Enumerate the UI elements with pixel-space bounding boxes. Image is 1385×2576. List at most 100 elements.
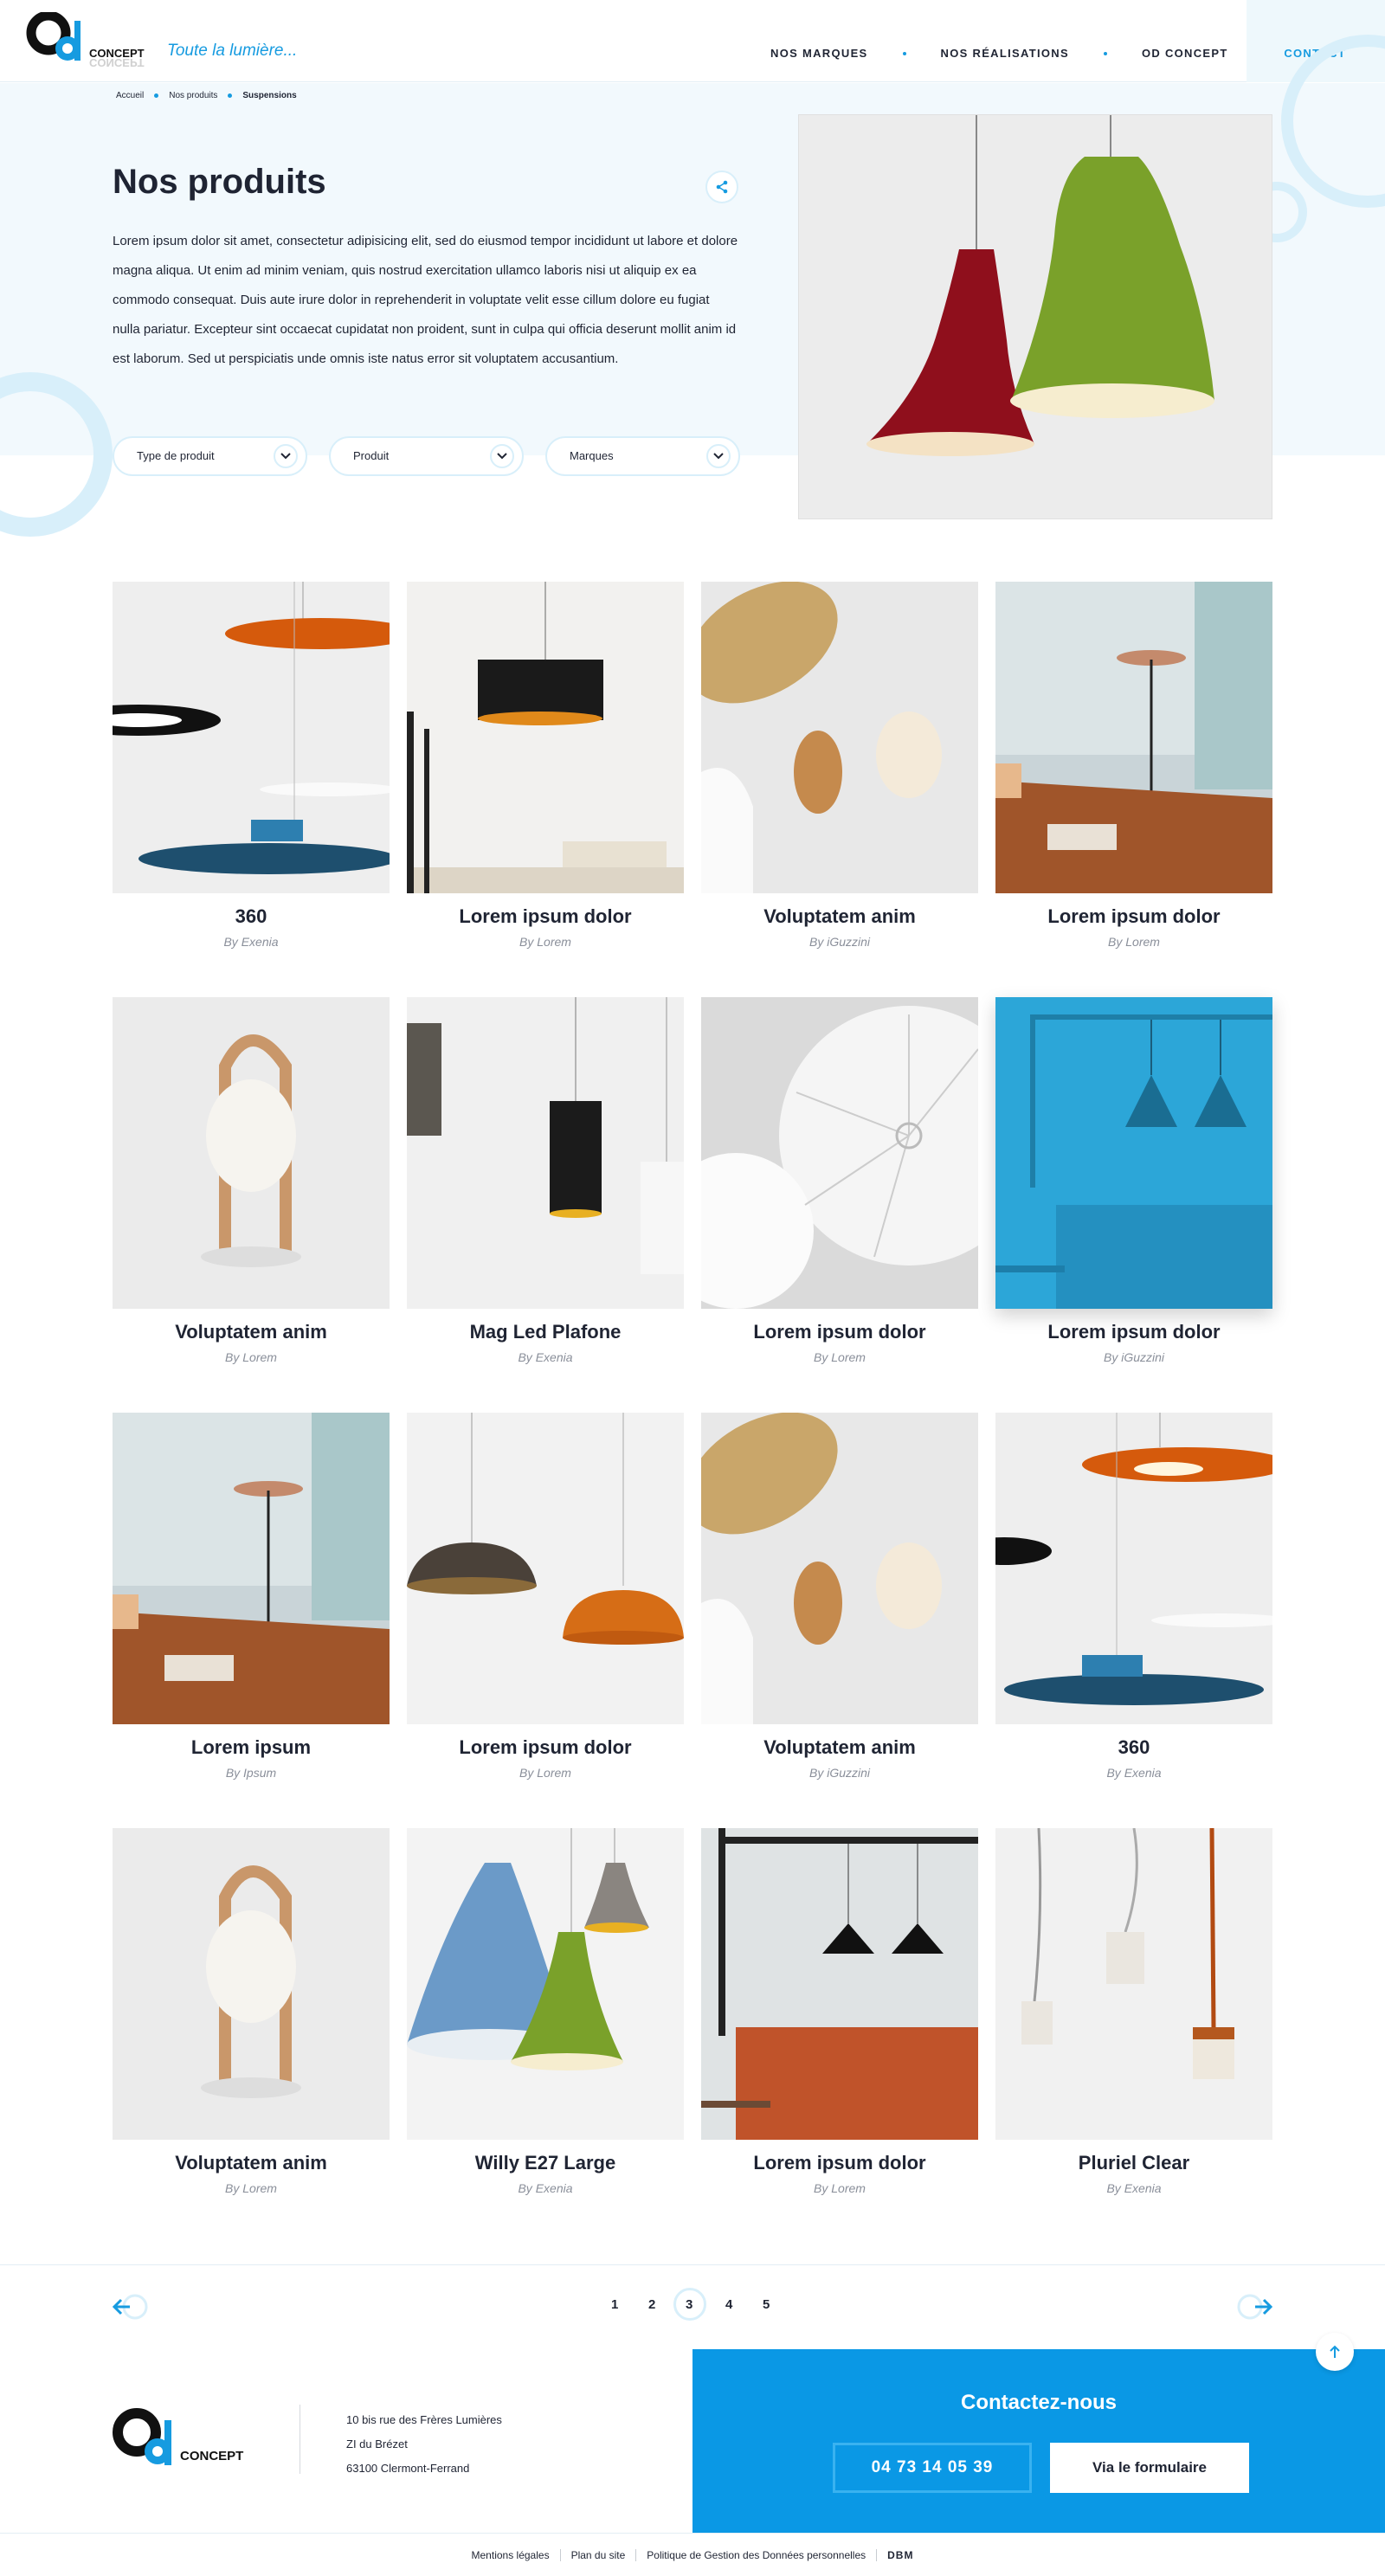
contact-title: Contactez-nous — [961, 2391, 1117, 2414]
product-name: Lorem ipsum — [190, 1736, 312, 1758]
breadcrumb-separator — [154, 93, 159, 98]
legal-links: Mentions légales Plan du site Politique … — [0, 2533, 1385, 2576]
nav-item-realisations[interactable]: NOS RÉALISATIONS — [941, 47, 1069, 60]
chevron-down-icon — [274, 444, 298, 468]
filter-product-type[interactable]: Type de produit — [113, 436, 307, 476]
filter-brands[interactable]: Marques — [545, 436, 740, 476]
product-brand: By iGuzzini — [808, 935, 871, 949]
filter-label: Marques — [570, 449, 614, 462]
product-name: Pluriel Clear — [1078, 2152, 1190, 2174]
product-name: Mag Led Plafone — [469, 1321, 622, 1343]
product-name: Lorem ipsum dolor — [1047, 1321, 1221, 1343]
page-title: Nos produits — [113, 163, 326, 201]
product-name: 360 — [235, 905, 267, 927]
product-image — [113, 582, 390, 893]
product-name: Voluptatem anim — [763, 905, 916, 927]
footer-address: 10 bis rue des Frères Lumières ZI du Bré… — [346, 2408, 502, 2481]
product-brand: By iGuzzini — [1103, 1350, 1165, 1364]
filter-product[interactable]: Produit — [329, 436, 524, 476]
product-image — [701, 1828, 978, 2140]
product-image — [995, 1413, 1272, 1724]
arrow-up-icon — [1330, 2345, 1340, 2358]
product-brand: By Exenia — [518, 1350, 573, 1364]
product-image — [995, 997, 1272, 1309]
breadcrumb-home[interactable]: Accueil — [116, 91, 144, 100]
product-image — [113, 997, 390, 1309]
page-link[interactable]: 5 — [763, 2297, 770, 2312]
product-image — [113, 1413, 390, 1724]
main-nav: NOS MARQUES NOS RÉALISATIONS OD CONCEPT — [770, 47, 1228, 60]
nav-separator — [902, 51, 906, 55]
product-image — [701, 1413, 978, 1724]
product-brand: By Exenia — [223, 935, 279, 949]
breadcrumb-current: Suspensions — [242, 91, 297, 100]
product-brand: By Lorem — [225, 1350, 277, 1364]
nav-item-od-concept[interactable]: OD CONCEPT — [1142, 47, 1228, 60]
product-brand: By iGuzzini — [808, 1766, 871, 1780]
arrow-right-icon — [1237, 2294, 1273, 2320]
breadcrumb-separator — [228, 93, 233, 98]
breadcrumb-products[interactable]: Nos produits — [169, 91, 217, 100]
svg-text:CONCEPT: CONCEPT — [180, 2449, 243, 2463]
next-page-button[interactable] — [1236, 2294, 1274, 2326]
arrow-left-icon — [112, 2294, 148, 2320]
product-name: Voluptatem anim — [175, 2152, 327, 2174]
address-line: 63100 Clermont-Ferrand — [346, 2462, 470, 2475]
back-to-top-button[interactable] — [1316, 2333, 1354, 2371]
product-image — [407, 1828, 684, 2140]
tagline: Toute la lumière... — [167, 42, 298, 60]
sitemap-link[interactable]: Plan du site — [561, 2548, 637, 2561]
product-image — [701, 582, 978, 893]
product-image — [407, 1413, 684, 1724]
product-brand: By Lorem — [519, 1766, 571, 1780]
breadcrumb: Accueil Nos produits Suspensions — [116, 91, 297, 100]
product-name: Voluptatem anim — [175, 1321, 327, 1343]
product-image — [995, 1828, 1272, 2140]
prev-page-button[interactable] — [111, 2294, 149, 2326]
product-name: Lorem ipsum dolor — [753, 1321, 926, 1343]
product-brand: By Lorem — [225, 2181, 277, 2195]
product-name: Lorem ipsum dolor — [459, 905, 632, 927]
product-image — [407, 997, 684, 1309]
product-name: Lorem ipsum dolor — [1047, 905, 1221, 927]
product-name: Willy E27 Large — [474, 2152, 616, 2174]
product-name: 360 — [1118, 1736, 1150, 1758]
footer-contact-panel — [692, 2349, 1385, 2533]
product-brand: By Lorem — [519, 935, 571, 949]
contact-form-button[interactable]: Via le formulaire — [1050, 2443, 1249, 2493]
nav-item-marques[interactable]: NOS MARQUES — [770, 47, 868, 60]
product-brand: By Lorem — [1108, 935, 1160, 949]
dbm-credit[interactable]: DBM — [877, 2549, 924, 2561]
legal-notice-link[interactable]: Mentions légales — [461, 2548, 561, 2561]
product-brand: By Exenia — [1106, 1766, 1162, 1780]
site-header: CONCEPT CONCEPT Toute la lumière... NOS … — [0, 0, 1385, 82]
privacy-policy-link[interactable]: Politique de Gestion des Données personn… — [636, 2548, 878, 2561]
product-image — [407, 582, 684, 893]
share-icon — [716, 180, 728, 194]
address-line: 10 bis rue des Frères Lumières — [346, 2413, 502, 2426]
hero-product-image — [798, 114, 1272, 519]
product-image — [995, 582, 1272, 893]
product-brand: By Lorem — [814, 2181, 866, 2195]
product-brand: By Ipsum — [225, 1766, 277, 1780]
share-button[interactable] — [705, 171, 738, 203]
phone-button[interactable]: 04 73 14 05 39 — [833, 2443, 1032, 2493]
chevron-down-icon — [490, 444, 514, 468]
page-link[interactable]: 4 — [725, 2297, 732, 2312]
filter-label: Type de produit — [137, 449, 215, 462]
svg-text:CONCEPT: CONCEPT — [89, 56, 145, 69]
product-image — [113, 1828, 390, 2140]
product-name: Lorem ipsum dolor — [459, 1736, 632, 1758]
filter-label: Produit — [353, 449, 390, 462]
page-link[interactable]: 1 — [611, 2297, 618, 2312]
od-concept-logo[interactable]: CONCEPT CONCEPT — [26, 10, 147, 69]
footer-logo[interactable]: CONCEPT — [113, 2408, 251, 2477]
product-brand: By Exenia — [1106, 2181, 1162, 2195]
product-brand: By Exenia — [518, 2181, 573, 2195]
product-name: Voluptatem anim — [763, 1736, 916, 1758]
chevron-down-icon — [706, 444, 731, 468]
page-link[interactable]: 2 — [648, 2297, 655, 2312]
page-link-current[interactable]: 3 — [686, 2297, 692, 2312]
product-brand: By Lorem — [814, 1350, 866, 1364]
nav-separator — [1103, 51, 1107, 55]
